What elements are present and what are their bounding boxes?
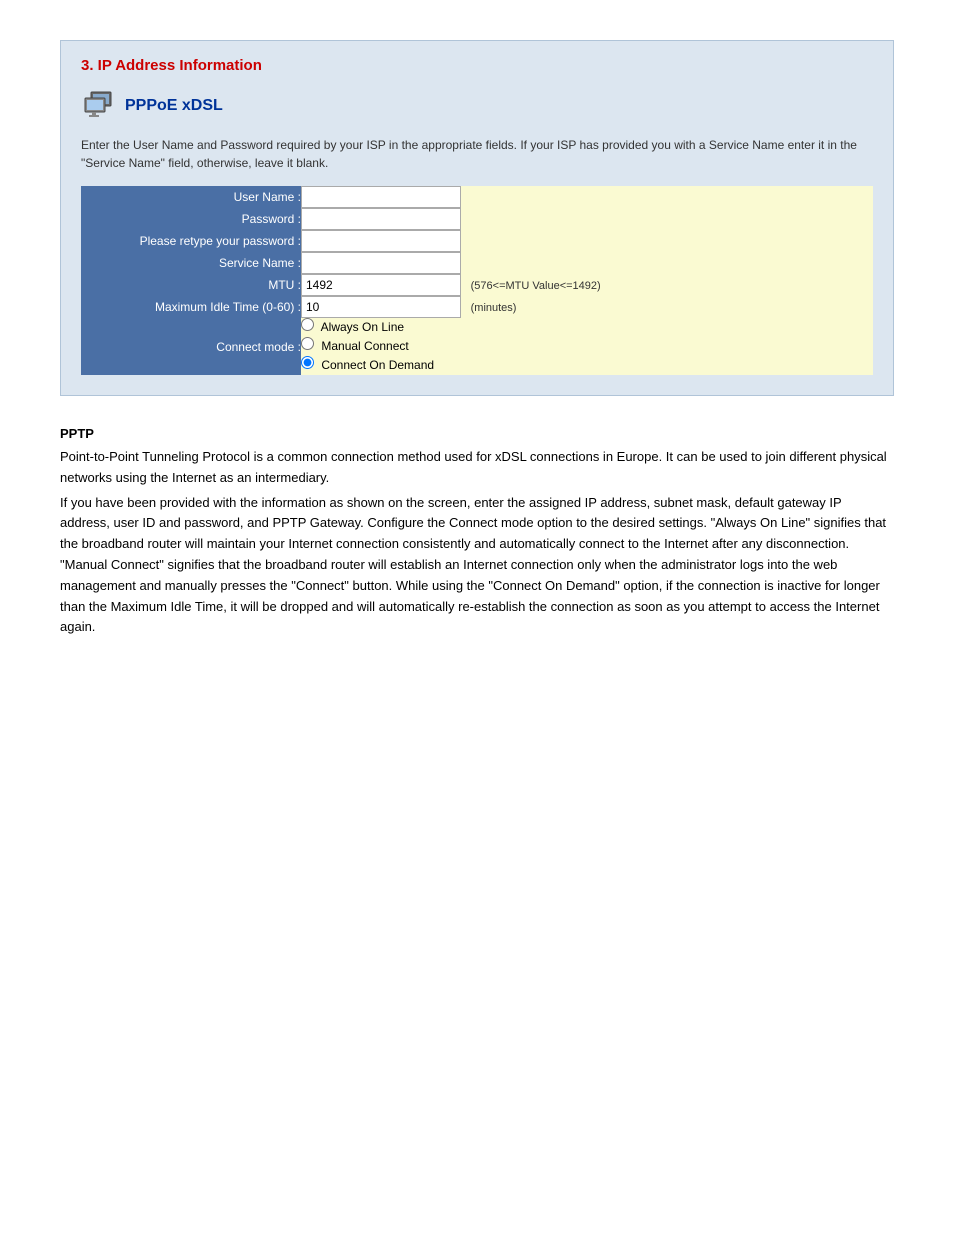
pppoe-header: PPPoE xDSL	[81, 88, 873, 124]
pptp-section: PPTP Point-to-Point Tunneling Protocol i…	[60, 426, 894, 638]
always-on-line-option[interactable]: Always On Line	[301, 318, 873, 334]
idle-time-row: Maximum Idle Time (0-60) : (minutes)	[81, 296, 873, 318]
password-label: Password :	[81, 208, 301, 230]
retype-password-cell	[301, 230, 873, 252]
service-name-row: Service Name :	[81, 252, 873, 274]
connect-on-demand-option[interactable]: Connect On Demand	[301, 356, 873, 372]
mtu-cell: (576<=MTU Value<=1492)	[301, 274, 873, 296]
mtu-label: MTU :	[81, 274, 301, 296]
idle-time-hint: (minutes)	[471, 302, 517, 314]
pptp-paragraph-1: Point-to-Point Tunneling Protocol is a c…	[60, 447, 894, 489]
form-table: User Name : Password : Please retype you…	[81, 186, 873, 375]
pppoe-title: PPPoE xDSL	[125, 97, 223, 115]
password-row: Password :	[81, 208, 873, 230]
pppoe-icon	[81, 88, 117, 124]
manual-connect-radio[interactable]	[301, 337, 314, 350]
user-name-label: User Name :	[81, 186, 301, 208]
always-on-line-label: Always On Line	[321, 320, 404, 334]
pptp-title: PPTP	[60, 426, 894, 441]
connect-mode-row: Connect mode : Always On Line Manual Con…	[81, 318, 873, 375]
idle-time-input[interactable]	[301, 296, 461, 318]
retype-password-label: Please retype your password :	[81, 230, 301, 252]
idle-time-label: Maximum Idle Time (0-60) :	[81, 296, 301, 318]
user-name-cell	[301, 186, 873, 208]
service-name-input[interactable]	[301, 252, 461, 274]
idle-time-cell: (minutes)	[301, 296, 873, 318]
connect-mode-cell: Always On Line Manual Connect Connect On…	[301, 318, 873, 375]
description-text: Enter the User Name and Password require…	[81, 136, 873, 172]
pptp-paragraph-2: If you have been provided with the infor…	[60, 493, 894, 639]
pptp-body: Point-to-Point Tunneling Protocol is a c…	[60, 447, 894, 638]
retype-password-row: Please retype your password :	[81, 230, 873, 252]
section-title: 3. IP Address Information	[81, 57, 873, 74]
connect-on-demand-radio[interactable]	[301, 356, 314, 369]
mtu-input[interactable]	[301, 274, 461, 296]
retype-password-input[interactable]	[301, 230, 461, 252]
always-on-line-radio[interactable]	[301, 318, 314, 331]
service-name-cell	[301, 252, 873, 274]
ip-address-section: 3. IP Address Information PPPoE xDSL	[60, 40, 894, 396]
user-name-row: User Name :	[81, 186, 873, 208]
password-cell	[301, 208, 873, 230]
mtu-row: MTU : (576<=MTU Value<=1492)	[81, 274, 873, 296]
manual-connect-option[interactable]: Manual Connect	[301, 337, 873, 353]
connect-mode-label: Connect mode :	[81, 318, 301, 375]
user-name-input[interactable]	[301, 186, 461, 208]
password-input[interactable]	[301, 208, 461, 230]
service-name-label: Service Name :	[81, 252, 301, 274]
mtu-hint: (576<=MTU Value<=1492)	[471, 280, 601, 292]
connect-on-demand-label: Connect On Demand	[321, 358, 434, 372]
manual-connect-label: Manual Connect	[321, 339, 408, 353]
